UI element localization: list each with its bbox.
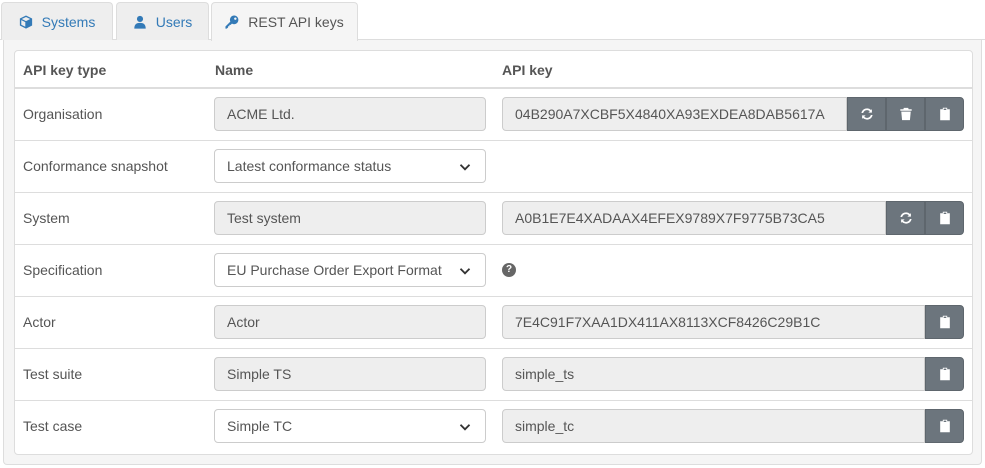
clipboard-icon: [939, 419, 950, 433]
row-organisation: Organisation ACME Ltd. 04B290A7XCBF5X484…: [15, 89, 972, 141]
tab-panel: API key type Name API key Organisation A…: [3, 40, 982, 465]
clipboard-icon: [939, 211, 950, 225]
row-label: Specification: [23, 262, 103, 278]
actor-name-field: Actor: [214, 305, 486, 339]
row-label: System: [23, 210, 70, 226]
field-value: 7E4C91F7XAA1DX411AX8113XCF8426C29B1C: [515, 314, 821, 330]
row-actor: Actor Actor 7E4C91F7XAA1DX411AX8113XCF84…: [15, 297, 972, 349]
help-icon[interactable]: ?: [502, 263, 516, 277]
system-name-field: Test system: [214, 201, 486, 235]
clipboard-icon: [939, 367, 950, 381]
chevron-down-icon: [459, 424, 471, 431]
actor-key-group: 7E4C91F7XAA1DX411AX8113XCF8426C29B1C: [502, 305, 964, 339]
row-system: System Test system A0B1E7E4XADAAX4EFEX97…: [15, 193, 972, 245]
tab-bar: Systems Users REST API keys: [0, 0, 985, 41]
api-keys-table: API key type Name API key Organisation A…: [14, 50, 973, 455]
row-label: Conformance snapshot: [23, 158, 168, 174]
tab-systems-label: Systems: [41, 13, 96, 30]
delete-key-button[interactable]: [886, 97, 925, 131]
table-header: API key type Name API key: [15, 51, 972, 89]
copy-key-button[interactable]: [925, 201, 964, 235]
test-suite-api-key-field[interactable]: simple_ts: [502, 357, 925, 391]
header-api-key: API key: [502, 62, 553, 78]
field-value: Actor: [227, 314, 260, 330]
field-value: A0B1E7E4XADAAX4EFEX9789X7F9775B73CA5: [515, 210, 825, 226]
copy-key-button[interactable]: [925, 409, 964, 443]
regenerate-key-button[interactable]: [847, 97, 886, 131]
select-value: Latest conformance status: [227, 158, 392, 174]
refresh-icon: [860, 108, 873, 120]
copy-key-button[interactable]: [925, 357, 964, 391]
row-test-suite: Test suite Simple TS simple_ts: [15, 349, 972, 401]
clipboard-icon: [939, 107, 950, 121]
user-icon: [134, 15, 146, 29]
copy-key-button[interactable]: [925, 305, 964, 339]
cube-icon: [19, 14, 32, 29]
copy-key-button[interactable]: [925, 97, 964, 131]
tab-users-label: Users: [155, 13, 193, 30]
field-value: 04B290A7XCBF5X4840XA93EXDEA8DAB5617A: [515, 106, 825, 122]
trash-icon: [899, 107, 912, 121]
system-key-group: A0B1E7E4XADAAX4EFEX9789X7F9775B73CA5: [502, 201, 964, 235]
test-case-api-key-field[interactable]: simple_tc: [502, 409, 925, 443]
tab-users[interactable]: Users: [116, 2, 209, 40]
select-value: EU Purchase Order Export Format: [227, 262, 442, 278]
test-suite-name-field: Simple TS: [214, 357, 486, 391]
row-label: Organisation: [23, 106, 103, 122]
organisation-api-key-field[interactable]: 04B290A7XCBF5X4840XA93EXDEA8DAB5617A: [502, 97, 847, 131]
chevron-down-icon: [459, 164, 471, 171]
field-value: ACME Ltd.: [227, 106, 295, 122]
organisation-key-group: 04B290A7XCBF5X4840XA93EXDEA8DAB5617A: [502, 97, 964, 131]
refresh-icon: [899, 212, 912, 224]
clipboard-icon: [939, 315, 950, 329]
header-api-key-type: API key type: [23, 62, 107, 78]
header-name: Name: [215, 62, 254, 78]
key-icon: [225, 15, 239, 29]
field-value: Simple TS: [227, 366, 292, 382]
row-label: Test suite: [23, 366, 83, 382]
specification-select[interactable]: EU Purchase Order Export Format: [214, 253, 486, 287]
test-case-key-group: simple_tc: [502, 409, 964, 443]
tab-rest-api-keys[interactable]: REST API keys: [211, 2, 358, 41]
chevron-down-icon: [459, 268, 471, 275]
select-value: Simple TC: [227, 418, 293, 434]
test-case-select[interactable]: Simple TC: [214, 409, 486, 443]
actor-api-key-field[interactable]: 7E4C91F7XAA1DX411AX8113XCF8426C29B1C: [502, 305, 925, 339]
row-label: Test case: [23, 418, 83, 434]
field-value: simple_tc: [515, 418, 575, 434]
regenerate-key-button[interactable]: [886, 201, 925, 235]
tab-rest-api-keys-label: REST API keys: [248, 14, 344, 30]
field-value: Test system: [227, 210, 301, 226]
conformance-snapshot-select[interactable]: Latest conformance status: [214, 149, 486, 183]
test-suite-key-group: simple_ts: [502, 357, 964, 391]
row-specification: Specification EU Purchase Order Export F…: [15, 245, 972, 297]
organisation-name-field: ACME Ltd.: [214, 97, 486, 131]
field-value: simple_ts: [515, 366, 575, 382]
row-label: Actor: [23, 314, 56, 330]
tab-systems[interactable]: Systems: [1, 2, 113, 40]
row-test-case: Test case Simple TC simple_tc: [15, 401, 972, 453]
row-conformance-snapshot: Conformance snapshot Latest conformance …: [15, 141, 972, 193]
system-api-key-field[interactable]: A0B1E7E4XADAAX4EFEX9789X7F9775B73CA5: [502, 201, 886, 235]
